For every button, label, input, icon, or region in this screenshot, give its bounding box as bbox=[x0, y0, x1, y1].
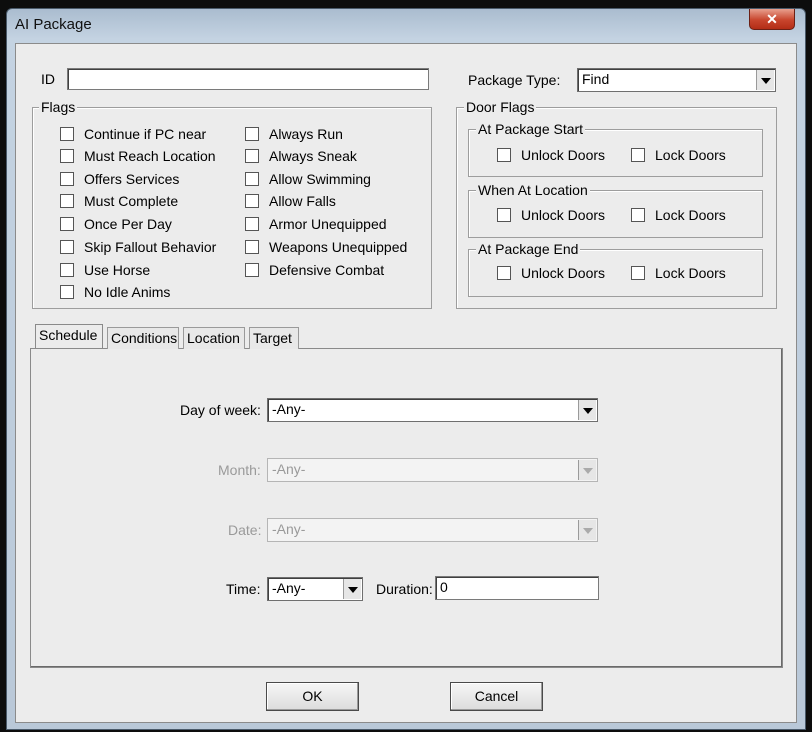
checkbox-box[interactable] bbox=[60, 172, 74, 186]
day-of-week-value: -Any- bbox=[272, 401, 306, 417]
lock-doors-checkbox[interactable]: Lock Doors bbox=[631, 207, 726, 223]
flag-checkbox[interactable]: No Idle Anims bbox=[60, 284, 170, 300]
flag-checkbox[interactable]: Must Complete bbox=[60, 193, 178, 209]
tab-panel bbox=[30, 348, 783, 668]
flag-checkbox[interactable]: Armor Unequipped bbox=[245, 216, 387, 232]
id-label: ID bbox=[41, 71, 55, 87]
package-type-label: Package Type: bbox=[468, 72, 561, 88]
flags-group-label: Flags bbox=[39, 99, 78, 115]
tab-schedule[interactable]: Schedule bbox=[35, 324, 103, 348]
day-of-week-label: Day of week: bbox=[180, 402, 261, 418]
time-label: Time: bbox=[226, 581, 261, 597]
checkbox-box[interactable] bbox=[245, 194, 259, 208]
door-flags-group-label: Door Flags bbox=[464, 99, 537, 115]
door-subgroup-label: When At Location bbox=[476, 182, 590, 198]
duration-label: Duration: bbox=[376, 581, 433, 597]
duration-input[interactable]: 0 bbox=[435, 576, 599, 600]
day-of-week-select[interactable]: -Any- bbox=[267, 398, 598, 422]
time-select[interactable]: -Any- bbox=[267, 577, 363, 601]
checkbox-box[interactable] bbox=[245, 240, 259, 254]
checkbox-box[interactable] bbox=[245, 263, 259, 277]
checkbox-box[interactable] bbox=[631, 148, 645, 162]
checkbox-box[interactable] bbox=[60, 149, 74, 163]
chevron-down-icon[interactable] bbox=[343, 579, 361, 599]
checkbox-box[interactable] bbox=[245, 172, 259, 186]
checkbox-box[interactable] bbox=[631, 208, 645, 222]
lock-doors-checkbox[interactable]: Lock Doors bbox=[631, 265, 726, 281]
flag-checkbox[interactable]: Once Per Day bbox=[60, 216, 172, 232]
ai-package-window: AI Package ✕ ID Package Type: Find Flags… bbox=[6, 8, 806, 730]
flag-checkbox[interactable]: Always Run bbox=[245, 126, 343, 142]
window-title: AI Package bbox=[15, 16, 92, 33]
package-type-select[interactable]: Find bbox=[577, 68, 776, 92]
flag-checkbox[interactable]: Weapons Unequipped bbox=[245, 239, 407, 255]
checkbox-box[interactable] bbox=[497, 266, 511, 280]
checkbox-box[interactable] bbox=[245, 149, 259, 163]
tab-location[interactable]: Location bbox=[183, 327, 245, 349]
date-label: Date: bbox=[228, 522, 262, 538]
checkbox-box[interactable] bbox=[245, 217, 259, 231]
unlock-doors-checkbox[interactable]: Unlock Doors bbox=[497, 207, 605, 223]
flag-checkbox[interactable]: Continue if PC near bbox=[60, 126, 206, 142]
chevron-down-icon[interactable] bbox=[756, 70, 774, 90]
flag-checkbox[interactable]: Use Horse bbox=[60, 262, 150, 278]
chevron-down-icon bbox=[578, 520, 596, 540]
month-label: Month: bbox=[218, 462, 261, 478]
door-subgroup-label: At Package Start bbox=[476, 121, 586, 137]
flag-checkbox[interactable]: Always Sneak bbox=[245, 148, 357, 164]
checkbox-box[interactable] bbox=[60, 127, 74, 141]
lock-doors-checkbox[interactable]: Lock Doors bbox=[631, 147, 726, 163]
close-button[interactable]: ✕ bbox=[749, 9, 795, 30]
checkbox-box[interactable] bbox=[60, 240, 74, 254]
chevron-down-icon bbox=[578, 460, 596, 480]
door-subgroup-label: At Package End bbox=[476, 241, 581, 257]
unlock-doors-checkbox[interactable]: Unlock Doors bbox=[497, 265, 605, 281]
tab-conditions[interactable]: Conditions bbox=[107, 327, 179, 349]
dialog-client-area: ID Package Type: Find Flags Continue if … bbox=[15, 43, 797, 723]
checkbox-box[interactable] bbox=[60, 263, 74, 277]
date-select: -Any- bbox=[267, 518, 598, 542]
month-value: -Any- bbox=[272, 461, 306, 477]
checkbox-box[interactable] bbox=[60, 217, 74, 231]
package-type-value: Find bbox=[582, 71, 610, 87]
tab-target[interactable]: Target bbox=[249, 327, 299, 349]
checkbox-box[interactable] bbox=[60, 194, 74, 208]
flag-checkbox[interactable]: Offers Services bbox=[60, 171, 179, 187]
cancel-button[interactable]: Cancel bbox=[450, 682, 543, 711]
checkbox-box[interactable] bbox=[631, 266, 645, 280]
chevron-down-icon[interactable] bbox=[578, 400, 596, 420]
unlock-doors-checkbox[interactable]: Unlock Doors bbox=[497, 147, 605, 163]
id-input[interactable] bbox=[67, 68, 429, 90]
flag-checkbox[interactable]: Allow Falls bbox=[245, 193, 336, 209]
flag-checkbox[interactable]: Defensive Combat bbox=[245, 262, 384, 278]
flag-checkbox[interactable]: Allow Swimming bbox=[245, 171, 371, 187]
month-select: -Any- bbox=[267, 458, 598, 482]
checkbox-box[interactable] bbox=[497, 208, 511, 222]
checkbox-box[interactable] bbox=[497, 148, 511, 162]
checkbox-box[interactable] bbox=[60, 285, 74, 299]
flag-checkbox[interactable]: Skip Fallout Behavior bbox=[60, 239, 216, 255]
flag-checkbox[interactable]: Must Reach Location bbox=[60, 148, 216, 164]
ok-button[interactable]: OK bbox=[266, 682, 359, 711]
close-icon: ✕ bbox=[766, 11, 778, 27]
date-value: -Any- bbox=[272, 521, 306, 537]
time-value: -Any- bbox=[272, 580, 306, 596]
checkbox-box[interactable] bbox=[245, 127, 259, 141]
